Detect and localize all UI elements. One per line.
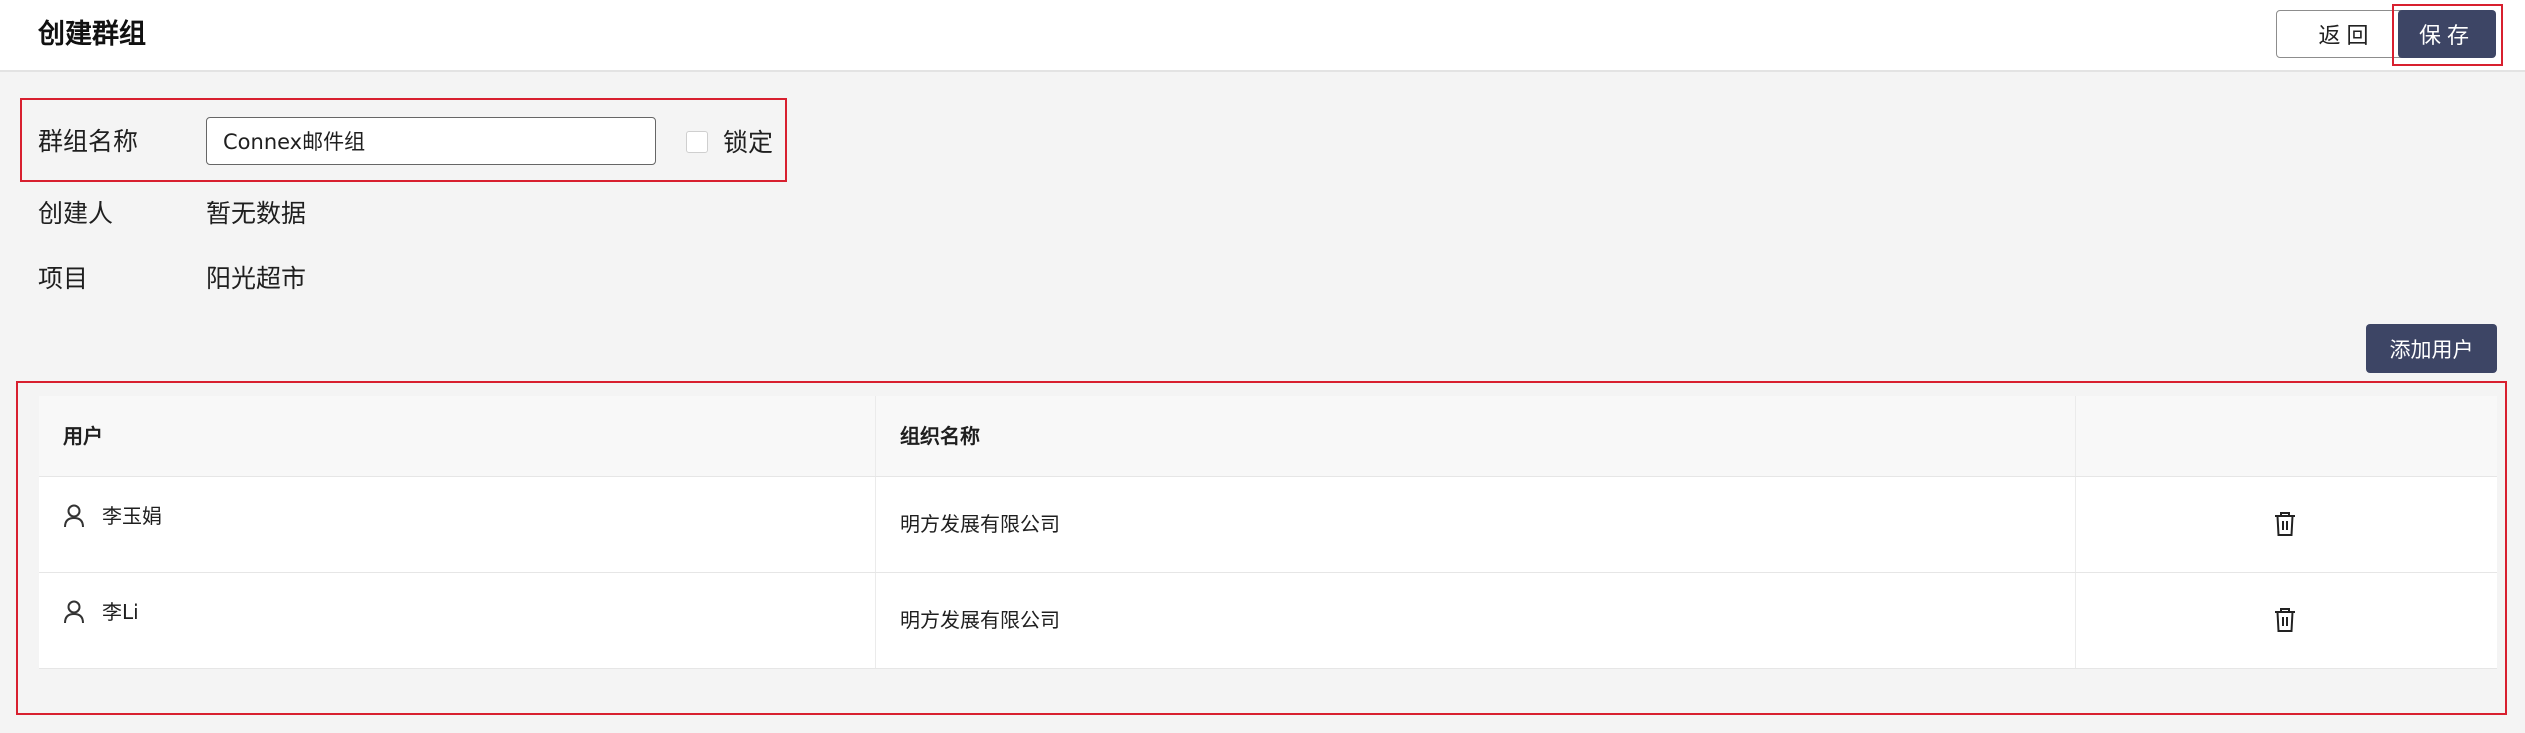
user-icon bbox=[64, 504, 84, 528]
creator-value: 暂无数据 bbox=[206, 199, 307, 228]
column-divider bbox=[875, 573, 876, 668]
column-divider bbox=[875, 396, 876, 476]
user-icon bbox=[64, 600, 84, 624]
org-name: 明方发展有限公司 bbox=[900, 608, 1060, 632]
trash-icon[interactable] bbox=[2273, 607, 2297, 633]
add-user-button[interactable]: 添加用户 bbox=[2366, 324, 2497, 373]
table-row: 李Li 明方发展有限公司 bbox=[39, 573, 2497, 669]
save-button[interactable]: 保存 bbox=[2398, 10, 2496, 58]
org-name: 明方发展有限公司 bbox=[900, 512, 1060, 536]
group-name-input[interactable] bbox=[206, 117, 656, 165]
page-title: 创建群组 bbox=[38, 19, 146, 50]
column-header-user: 用户 bbox=[63, 424, 103, 448]
column-divider bbox=[2075, 573, 2076, 668]
user-name: 李Li bbox=[102, 600, 139, 624]
table-header: 用户 组织名称 bbox=[39, 396, 2497, 477]
column-divider bbox=[2075, 477, 2076, 572]
project-value: 阳光超市 bbox=[206, 264, 307, 293]
page-header: 创建群组 返回 保存 bbox=[0, 0, 2525, 72]
column-divider bbox=[2075, 396, 2076, 476]
users-table: 用户 组织名称 李玉娟 明方发展有限公司 李Li 明方发展有限公司 bbox=[39, 396, 2497, 669]
lock-checkbox[interactable] bbox=[686, 131, 708, 153]
user-name: 李玉娟 bbox=[102, 504, 162, 528]
creator-label: 创建人 bbox=[38, 199, 114, 228]
column-header-org: 组织名称 bbox=[900, 424, 980, 448]
column-divider bbox=[875, 477, 876, 572]
table-row: 李玉娟 明方发展有限公司 bbox=[39, 477, 2497, 573]
group-name-label: 群组名称 bbox=[38, 127, 139, 156]
trash-icon[interactable] bbox=[2273, 511, 2297, 537]
lock-label: 锁定 bbox=[723, 128, 774, 157]
project-label: 项目 bbox=[38, 264, 89, 293]
